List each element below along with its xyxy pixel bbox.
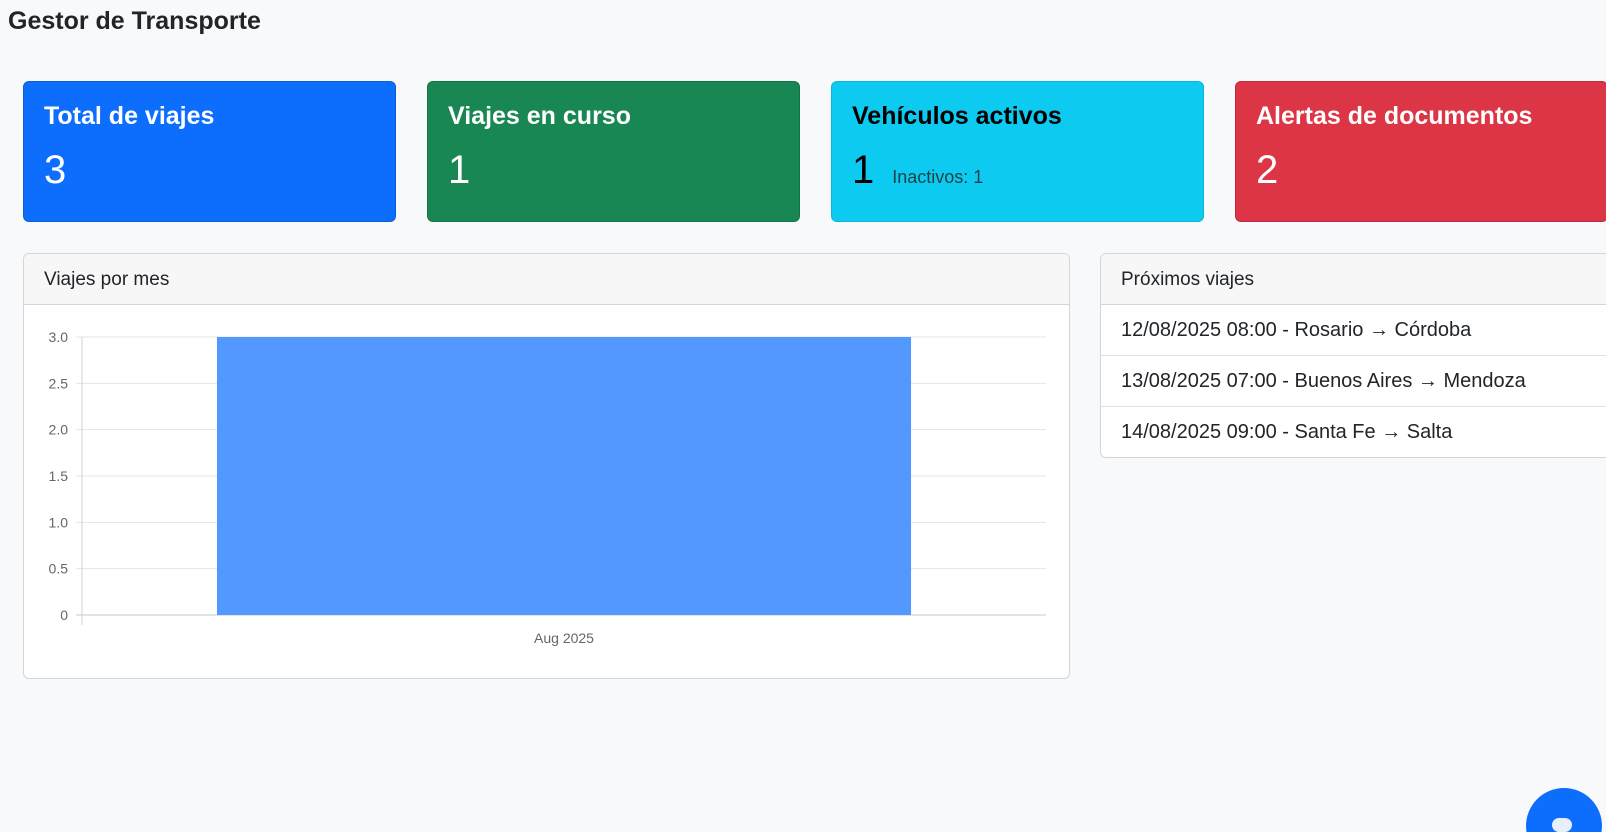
- stat-value: 2: [1256, 148, 1279, 192]
- app-title: Gestor de Transporte: [8, 7, 261, 35]
- list-item[interactable]: 12/08/2025 08:00 - Rosario → Córdoba: [1101, 305, 1606, 356]
- chart-area: 0 0.5 1.0 1.5 2.0 2.5 3.0 Aug 2025: [24, 305, 1069, 678]
- chat-icon: [1552, 818, 1572, 832]
- dashboard-page: Gestor de Transporte Total de viajes 3 V…: [0, 0, 1606, 832]
- stat-card-trips-in-progress: Viajes en curso 1: [427, 81, 800, 222]
- stat-title: Total de viajes: [44, 102, 215, 130]
- chat-button[interactable]: [1526, 788, 1602, 832]
- list-item[interactable]: 13/08/2025 07:00 - Buenos Aires → Mendoz…: [1101, 356, 1606, 407]
- list-item[interactable]: 14/08/2025 09:00 - Santa Fe → Salta: [1101, 407, 1606, 457]
- upcoming-trips-panel: Próximos viajes 12/08/2025 08:00 - Rosar…: [1100, 253, 1606, 458]
- y-tick-label: 1.5: [49, 468, 69, 484]
- stat-card-document-alerts: Alertas de documentos 2: [1235, 81, 1606, 222]
- upcoming-trips-list: 12/08/2025 08:00 - Rosario → Córdoba 13/…: [1101, 305, 1606, 457]
- stat-card-total-trips: Total de viajes 3: [23, 81, 396, 222]
- y-tick-label: 2.5: [49, 375, 69, 391]
- chart-panel: Viajes por mes 0 0.5 1.0 1.5 2.0 2.5 3.0 Aug 20…: [23, 253, 1070, 679]
- stat-value: 3: [44, 148, 67, 192]
- stat-card-active-vehicles: Vehículos activos 1 Inactivos: 1: [831, 81, 1204, 222]
- stat-value: 1: [852, 148, 875, 192]
- bar-chart: 0 0.5 1.0 1.5 2.0 2.5 3.0 Aug 2025: [49, 329, 1046, 646]
- y-tick-label: 0: [60, 607, 68, 623]
- stat-subtext: Inactivos: 1: [892, 167, 984, 187]
- stat-title: Vehículos activos: [852, 102, 1062, 130]
- y-tick-label: 3.0: [49, 329, 69, 345]
- y-tick-label: 1.0: [49, 514, 69, 530]
- y-tick-label: 2.0: [49, 422, 69, 438]
- bar: [216, 337, 912, 615]
- stat-title: Alertas de documentos: [1256, 102, 1533, 130]
- upcoming-trips-title: Próximos viajes: [1101, 254, 1606, 305]
- stat-value: 1: [448, 148, 471, 192]
- chart-panel-title: Viajes por mes: [24, 254, 1069, 305]
- x-tick-label: Aug 2025: [534, 630, 594, 646]
- y-tick-label: 0.5: [49, 561, 69, 577]
- stat-title: Viajes en curso: [448, 102, 631, 130]
